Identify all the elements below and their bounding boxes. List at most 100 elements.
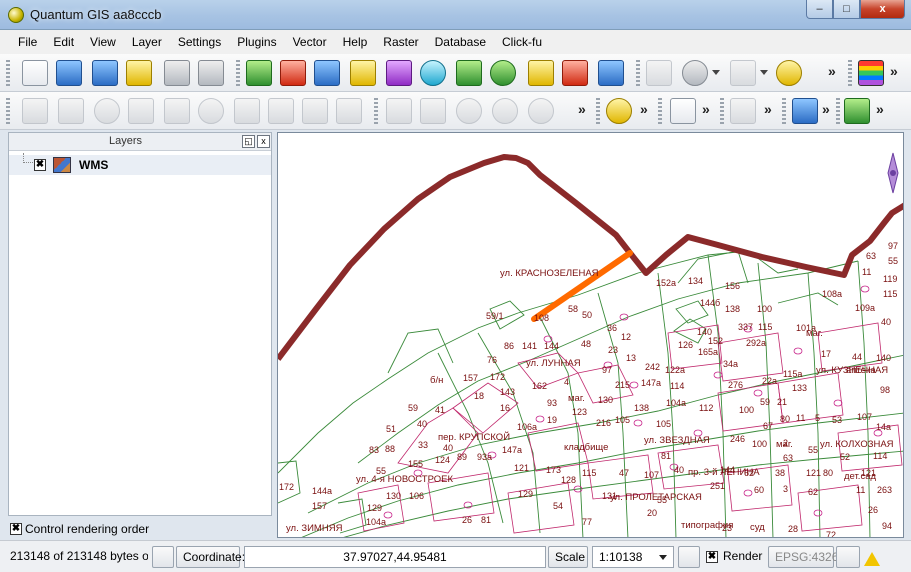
add-ring-icon[interactable]: [492, 98, 518, 124]
menu-help[interactable]: Help: [335, 32, 376, 52]
menu-edit[interactable]: Edit: [45, 32, 82, 52]
toolbar-more-icon[interactable]: »: [822, 101, 830, 117]
cut-features-icon[interactable]: [234, 98, 260, 124]
toolbar-more-icon[interactable]: »: [828, 63, 836, 79]
layer-visibility-checkbox[interactable]: ✖: [34, 159, 46, 171]
toolbar-more-icon[interactable]: »: [640, 101, 648, 117]
toolbar-handle[interactable]: [6, 60, 10, 86]
raster-tool-icon[interactable]: [844, 98, 870, 124]
paste-features-icon[interactable]: [302, 98, 328, 124]
map-svg[interactable]: 59/1 108 58 50 36 12 86 141 144 48 23 76 13 97 242 157 1…: [278, 133, 904, 538]
toolbar-handle[interactable]: [596, 98, 600, 124]
toolbar-more-icon[interactable]: »: [876, 101, 884, 117]
toggle-extents-icon[interactable]: [152, 546, 174, 568]
menu-plugins[interactable]: Plugins: [229, 32, 284, 52]
save-as-icon[interactable]: [126, 60, 152, 86]
label-tool-icon[interactable]: [670, 98, 696, 124]
add-wfs-layer-icon[interactable]: [490, 60, 516, 86]
menu-bar: File Edit View Layer Settings Plugins Ve…: [0, 30, 911, 54]
menu-database[interactable]: Database: [427, 32, 494, 52]
float-panel-button[interactable]: ◱: [242, 135, 255, 148]
close-panel-button[interactable]: x: [257, 135, 270, 148]
simplify-feature-icon[interactable]: [456, 98, 482, 124]
toolbar-handle[interactable]: [374, 98, 378, 124]
save-edits-icon[interactable]: [58, 98, 84, 124]
menu-click-fu[interactable]: Click-fu: [494, 32, 550, 52]
toolbar-handle[interactable]: [6, 98, 10, 124]
move-feature-icon[interactable]: [128, 98, 154, 124]
print-composer-icon[interactable]: [164, 60, 190, 86]
coordinate-label[interactable]: Coordinate:: [176, 546, 245, 568]
deselect-icon[interactable]: [776, 60, 802, 86]
gps-tool-icon[interactable]: [730, 98, 756, 124]
add-postgis-layer-icon[interactable]: [314, 60, 340, 86]
split-features-icon[interactable]: [336, 98, 362, 124]
new-project-icon[interactable]: [22, 60, 48, 86]
zoom-pan-icon[interactable]: [606, 98, 632, 124]
add-point-icon[interactable]: [94, 98, 120, 124]
print-icon[interactable]: [198, 60, 224, 86]
street-label: типография: [681, 520, 733, 531]
layer-name[interactable]: WMS: [79, 158, 108, 172]
add-spatialite-layer-icon[interactable]: [350, 60, 376, 86]
parcel-number-label: 173: [546, 465, 561, 475]
redo-icon[interactable]: [420, 98, 446, 124]
delete-selected-icon[interactable]: [198, 98, 224, 124]
warning-icon[interactable]: [864, 552, 880, 566]
render-checkbox[interactable]: ✖: [706, 551, 718, 563]
menu-vector[interactable]: Vector: [285, 32, 335, 52]
add-wms-layer-icon[interactable]: [420, 60, 446, 86]
toolbar-more-icon[interactable]: »: [764, 101, 772, 117]
style-manager-icon[interactable]: [858, 60, 884, 86]
chevron-down-icon[interactable]: [712, 70, 720, 75]
menu-raster[interactable]: Raster: [375, 32, 426, 52]
layer-row-wms[interactable]: [9, 155, 271, 175]
toolbar-handle[interactable]: [658, 98, 662, 124]
projection-icon[interactable]: [836, 546, 860, 568]
whats-this-icon[interactable]: [646, 60, 672, 86]
toolbar-more-icon[interactable]: »: [702, 101, 710, 117]
save-project-icon[interactable]: [92, 60, 118, 86]
select-tool-icon[interactable]: [730, 60, 756, 86]
menu-file[interactable]: File: [10, 32, 45, 52]
maximize-button[interactable]: □: [833, 0, 860, 19]
menu-settings[interactable]: Settings: [170, 32, 229, 52]
gear-icon[interactable]: [682, 60, 708, 86]
copy-features-icon[interactable]: [268, 98, 294, 124]
undo-icon[interactable]: [386, 98, 412, 124]
toolbar-handle[interactable]: [782, 98, 786, 124]
close-button[interactable]: x: [860, 0, 905, 19]
add-raster-layer-icon[interactable]: [280, 60, 306, 86]
stop-render-icon[interactable]: [678, 546, 700, 568]
add-mssql-layer-icon[interactable]: [386, 60, 412, 86]
chevron-down-icon[interactable]: [760, 70, 768, 75]
add-wcs-layer-icon[interactable]: [456, 60, 482, 86]
toolbar-handle[interactable]: [836, 98, 840, 124]
new-shapefile-icon[interactable]: [528, 60, 554, 86]
parcel-number-label: 141: [522, 341, 537, 351]
toolbar-handle[interactable]: [720, 98, 724, 124]
node-tool-icon[interactable]: [164, 98, 190, 124]
toolbar-handle[interactable]: [636, 60, 640, 86]
database-icon[interactable]: [792, 98, 818, 124]
map-canvas[interactable]: 59/1 108 58 50 36 12 86 141 144 48 23 76 13 97 242 157 1…: [277, 132, 904, 538]
menu-view[interactable]: View: [82, 32, 124, 52]
parcel-number-label: 100: [739, 405, 754, 415]
minimize-button[interactable]: –: [806, 0, 833, 19]
measure-icon[interactable]: [598, 60, 624, 86]
toolbar-handle[interactable]: [848, 60, 852, 86]
open-project-icon[interactable]: [56, 60, 82, 86]
menu-layer[interactable]: Layer: [124, 32, 170, 52]
toggle-editing-icon[interactable]: [22, 98, 48, 124]
add-vector-layer-icon[interactable]: [246, 60, 272, 86]
coordinate-input[interactable]: 37.97027,44.95481: [244, 546, 546, 568]
render-order-checkbox[interactable]: ✖: [10, 523, 22, 535]
toolbar-more-icon[interactable]: »: [578, 101, 586, 117]
parcel-number-label: 54: [553, 501, 563, 511]
toolbar-more-icon[interactable]: »: [890, 63, 898, 79]
scale-combobox[interactable]: 1:10138: [592, 546, 674, 568]
remove-layer-icon[interactable]: [562, 60, 588, 86]
toolbar-handle[interactable]: [236, 60, 240, 86]
add-part-icon[interactable]: [528, 98, 554, 124]
crs-button[interactable]: EPSG:4326: [768, 546, 838, 568]
